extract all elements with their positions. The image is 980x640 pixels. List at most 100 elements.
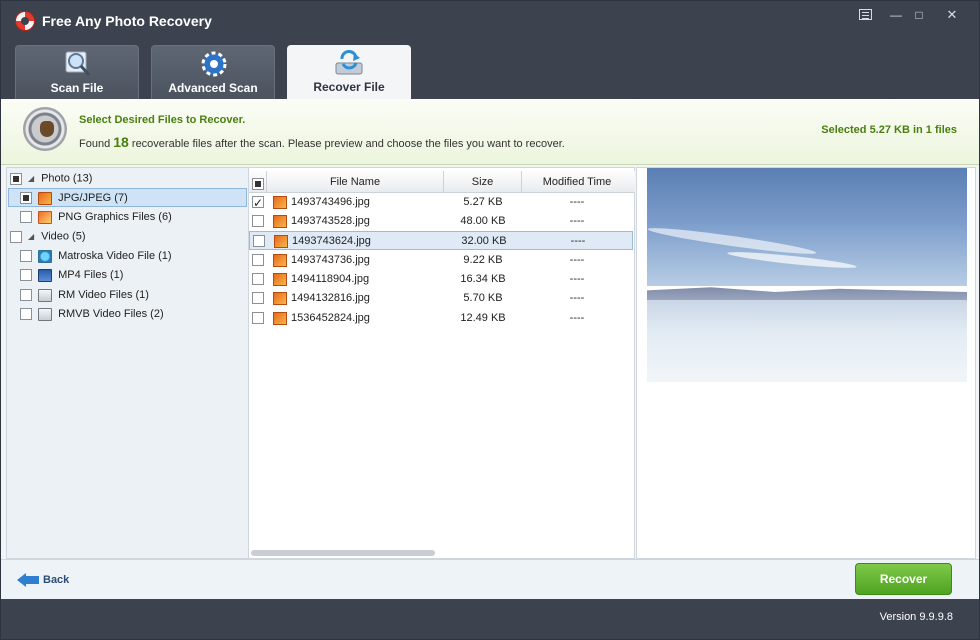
tree-item-label: PNG Graphics Files (6) [58,211,172,223]
file-name: 1536452824.jpg [291,312,370,324]
file-size: 48.00 KB [460,215,506,227]
table-row[interactable]: 1493743496.jpg 5.27 KB ---- [249,193,633,213]
file-modified: ---- [569,196,585,208]
file-size: 5.70 KB [463,292,503,304]
tree-item-label: MP4 Files (1) [58,269,124,281]
gear-icon [201,51,227,77]
table-row[interactable]: 1536452824.jpg 12.49 KB ---- [249,309,633,328]
tree-item-rm[interactable]: RM Video Files (1) [20,286,149,305]
tree-item-mp4[interactable]: MP4 Files (1) [20,266,123,285]
tab-scan-file[interactable]: Scan File [15,45,139,99]
file-modified: ---- [569,215,585,227]
recovery-hdd-icon [23,107,67,151]
tree-item-rmvb[interactable]: RMVB Video Files (2) [20,305,164,324]
jpg-icon [38,191,52,205]
mkv-icon [38,249,52,263]
status-footer: Version 9.9.9.8 [1,599,979,639]
file-size: 5.27 KB [463,196,503,208]
maximize-button[interactable]: □ [907,7,931,23]
tree-item-jpg[interactable]: JPG/JPEG (7) [8,188,247,207]
row-checkbox[interactable] [252,254,264,266]
jpg-file-icon [273,196,287,209]
row-checkbox[interactable] [252,215,264,227]
video-group-checkbox[interactable] [10,230,22,243]
expand-arrow-icon[interactable]: ◢ [28,169,38,188]
file-modified: ---- [569,312,585,324]
file-name: 1493743496.jpg [291,196,370,208]
file-size: 32.00 KB [461,235,507,247]
rm-checkbox[interactable] [20,289,32,302]
close-button[interactable]: ✕ [940,7,964,23]
horizontal-scrollbar[interactable] [251,550,435,556]
table-header: File Name Size Modified Time [249,171,635,193]
jpg-file-icon [273,312,287,325]
select-all-checkbox[interactable] [251,178,264,191]
row-checkbox[interactable] [252,312,264,324]
banner-title: Select Desired Files to Recover. [79,114,246,126]
recover-button[interactable]: Recover [855,563,952,595]
tab-recover-file[interactable]: Recover File [287,45,411,99]
minimize-button[interactable]: — [884,7,908,23]
jpg-file-icon [274,235,288,248]
row-checkbox[interactable] [252,273,264,285]
back-label: Back [43,574,70,586]
file-modified: ---- [569,254,585,266]
banner-description: Found 18 recoverable files after the sca… [79,134,565,150]
table-row[interactable]: 1493743624.jpg 32.00 KB ---- [249,231,633,250]
file-list: File Name Size Modified Time 1493743496.… [249,167,635,559]
file-name: 1493743736.jpg [291,254,370,266]
version-label: Version 9.9.9.8 [879,611,953,623]
row-checkbox[interactable] [252,292,264,304]
table-row[interactable]: 1493743528.jpg 48.00 KB ---- [249,212,633,231]
tree-item-label: RM Video Files (1) [58,289,149,301]
file-name: 1494118904.jpg [291,273,370,285]
jpg-file-icon [273,273,287,286]
table-row[interactable]: 1494118904.jpg 16.34 KB ---- [249,270,633,289]
back-button[interactable]: Back [17,570,69,590]
rm-icon [38,288,52,302]
file-name: 1493743528.jpg [291,215,370,227]
jpg-file-icon [273,254,287,267]
file-name: 1494132816.jpg [291,292,370,304]
mp4-icon [38,268,52,282]
menu-button[interactable] [853,7,877,23]
tree-item-label: RMVB Video Files (2) [58,308,164,320]
magnifier-icon [65,51,91,76]
desc-prefix: Found [79,138,111,150]
rmvb-checkbox[interactable] [20,308,32,321]
row-checkbox[interactable] [253,235,265,247]
tree-item-label: Matroska Video File (1) [58,250,172,262]
expand-arrow-icon[interactable]: ◢ [28,227,38,246]
rmvb-icon [38,307,52,321]
row-checkbox[interactable] [252,194,264,213]
table-row[interactable]: 1493743736.jpg 9.22 KB ---- [249,251,633,270]
tree-item-png[interactable]: PNG Graphics Files (6) [20,208,172,227]
table-row[interactable]: 1494132816.jpg 5.70 KB ---- [249,289,633,308]
header-file-name[interactable]: File Name [267,171,444,193]
header-size[interactable]: Size [444,171,522,193]
preview-panel [636,167,976,559]
tab-advanced-scan[interactable]: Advanced Scan [151,45,275,99]
tree-group-video[interactable]: ◢ Video (5) [10,227,86,246]
action-bar: Back Recover [1,559,979,599]
preview-image [647,168,967,382]
lifebuoy-logo-icon [15,11,35,31]
tree-group-label: Video (5) [41,230,86,243]
tab-label: Scan File [50,81,104,95]
png-checkbox[interactable] [20,211,32,224]
tree-group-photo[interactable]: ◢ Photo (13) [10,169,92,188]
photo-salt-flat [647,300,967,382]
selected-summary: Selected 5.27 KB in 1 files [821,124,957,136]
header-modified-time[interactable]: Modified Time [522,171,632,193]
back-arrow-icon [17,573,39,588]
file-name: 1493743624.jpg [292,235,371,247]
photo-group-checkbox[interactable] [10,172,22,185]
file-modified: ---- [569,292,585,304]
file-modified: ---- [570,235,586,247]
jpg-checkbox[interactable] [20,192,32,205]
jpg-file-icon [273,215,287,228]
select-all-header [249,171,267,193]
mp4-checkbox[interactable] [20,269,32,282]
mkv-checkbox[interactable] [20,250,32,263]
tree-item-mkv[interactable]: Matroska Video File (1) [20,247,172,266]
